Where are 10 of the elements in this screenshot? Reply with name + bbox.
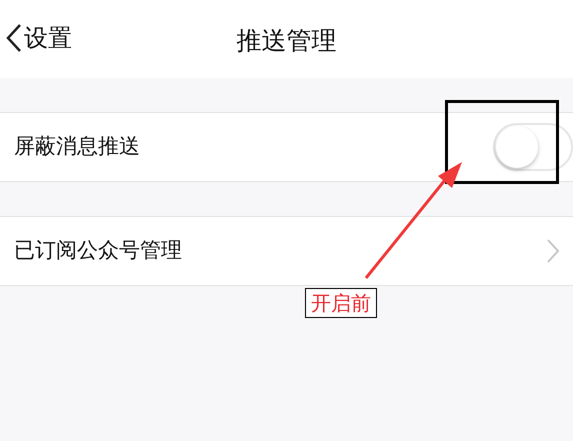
back-icon: [6, 23, 22, 53]
settings-row[interactable]: 屏蔽消息推送: [0, 112, 573, 182]
annotation-label: 开启前: [305, 288, 377, 318]
toggle-switch[interactable]: [493, 123, 573, 171]
row-label: 已订阅公众号管理: [14, 237, 182, 264]
settings-row[interactable]: 已订阅公众号管理: [0, 216, 573, 286]
chevron-icon: [547, 239, 559, 263]
row-label: 屏蔽消息推送: [14, 133, 140, 160]
back-button[interactable]: 设置: [6, 20, 72, 56]
page-title: 推送管理: [236, 26, 336, 55]
